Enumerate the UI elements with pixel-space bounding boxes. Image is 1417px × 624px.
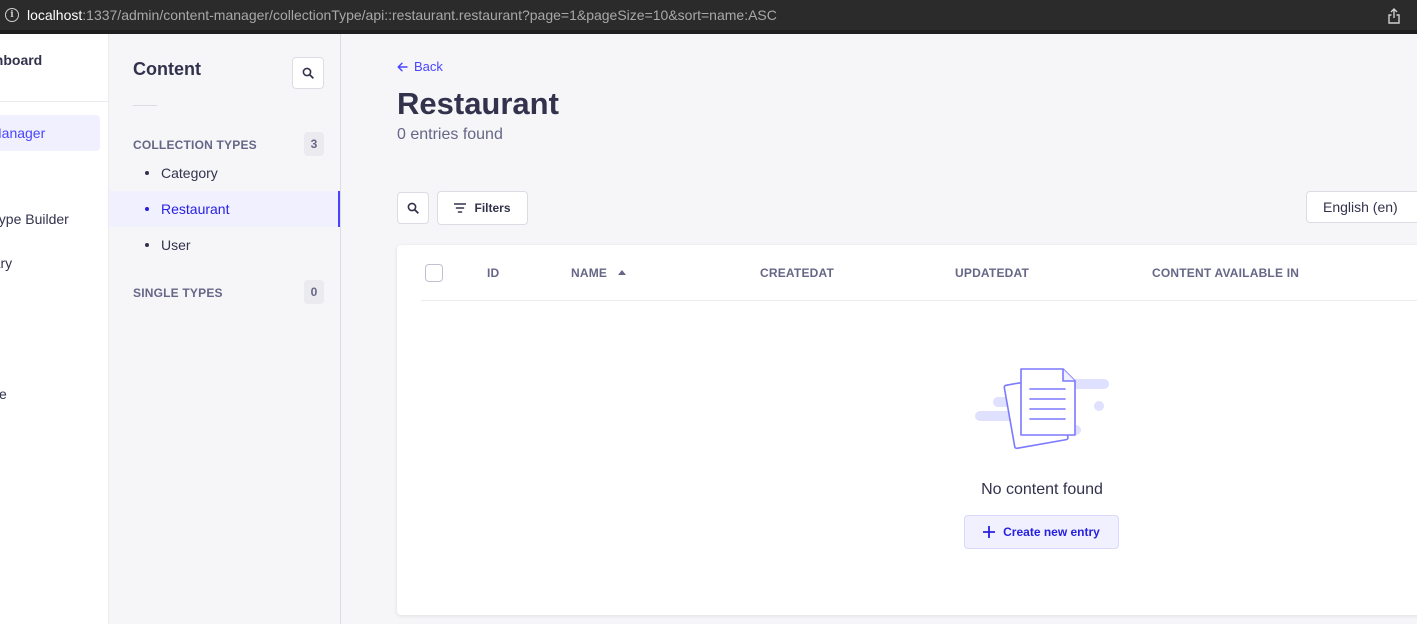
page-title: Restaurant xyxy=(397,86,559,121)
nav-dashboard-label[interactable]: shboard xyxy=(0,52,42,68)
table-header: ID NAME CREATEDAT UPDATEDAT CONTENT AVAI… xyxy=(421,245,1417,301)
search-icon xyxy=(302,67,314,79)
url-host: localhost xyxy=(27,7,83,23)
subnav-search-button[interactable] xyxy=(292,57,324,89)
entries-table-card: ID NAME CREATEDAT UPDATEDAT CONTENT AVAI… xyxy=(397,245,1417,615)
subnav-item-user[interactable]: User xyxy=(109,227,340,263)
share-icon[interactable] xyxy=(1387,8,1401,24)
info-icon[interactable]: i xyxy=(5,8,19,22)
select-all-checkbox[interactable] xyxy=(425,264,443,282)
subnav-title: Content xyxy=(133,59,201,79)
main-content: Back Restaurant 0 entries found Filters … xyxy=(341,34,1417,624)
subnav-item-label: User xyxy=(161,237,191,253)
table-search-button[interactable] xyxy=(397,192,429,224)
subnav-item-label: Restaurant xyxy=(161,201,230,217)
create-new-entry-label: Create new entry xyxy=(1003,525,1100,539)
column-header-content-available-in[interactable]: CONTENT AVAILABLE IN xyxy=(1152,266,1299,280)
collection-types-heading[interactable]: COLLECTION TYPES xyxy=(133,138,257,152)
back-label: Back xyxy=(414,59,443,74)
locale-select[interactable]: English (en) xyxy=(1306,191,1417,223)
url-path: :1337/admin/content-manager/collectionTy… xyxy=(82,7,777,23)
collection-types-count: 3 xyxy=(304,132,324,156)
address-url[interactable]: localhost:1337/admin/content-manager/col… xyxy=(27,7,777,23)
filters-label: Filters xyxy=(474,201,511,215)
plus-icon xyxy=(983,526,996,538)
browser-address-bar[interactable]: i localhost:1337/admin/content-manager/c… xyxy=(0,0,1417,34)
filters-button[interactable]: Filters xyxy=(437,191,528,225)
entries-count: 0 entries found xyxy=(397,126,503,143)
nav-content-type-builder[interactable]: Type Builder xyxy=(0,211,69,227)
single-types-heading[interactable]: SINGLE TYPES xyxy=(133,286,223,300)
column-header-updatedat[interactable]: UPDATEDAT xyxy=(955,266,1029,280)
search-icon xyxy=(407,202,419,214)
nav-marketplace[interactable]: ce xyxy=(0,386,7,402)
bullet-icon xyxy=(145,243,149,247)
nav-content-manager[interactable]: Manager xyxy=(0,115,100,151)
brand-area: shboard xyxy=(0,34,108,102)
column-header-createdat[interactable]: CREATEDAT xyxy=(760,266,834,280)
column-header-id[interactable]: ID xyxy=(487,266,499,280)
subnav-divider xyxy=(133,105,157,106)
filter-icon xyxy=(454,203,467,213)
single-types-count: 0 xyxy=(304,280,324,304)
subnav-item-category[interactable]: Category xyxy=(109,155,340,191)
nav-content-manager-label: Manager xyxy=(0,125,46,141)
content-subnav: Content COLLECTION TYPES 3 Category Rest… xyxy=(109,34,341,624)
column-header-name[interactable]: NAME xyxy=(571,266,607,280)
subnav-item-restaurant[interactable]: Restaurant xyxy=(109,191,340,227)
nav-media-library[interactable]: rary xyxy=(0,255,12,271)
bullet-icon xyxy=(145,207,149,211)
empty-documents-icon xyxy=(975,368,1109,450)
bullet-icon xyxy=(145,171,149,175)
main-navigation: shboard Manager Type Builder rary ce xyxy=(0,34,109,624)
subnav-item-label: Category xyxy=(161,165,218,181)
arrow-left-icon xyxy=(397,62,408,71)
sort-ascending-icon[interactable] xyxy=(618,270,626,275)
empty-state-message: No content found xyxy=(981,481,1103,498)
create-new-entry-button[interactable]: Create new entry xyxy=(964,515,1119,549)
back-link[interactable]: Back xyxy=(397,59,443,74)
